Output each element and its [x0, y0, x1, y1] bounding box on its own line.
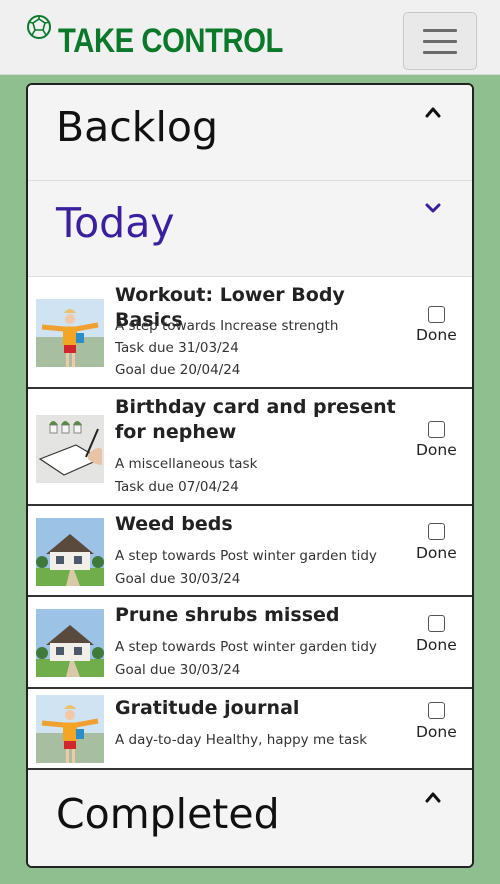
- brand-name: TAKE CONTROL: [58, 22, 283, 60]
- task-goal: A miscellaneous task: [115, 456, 258, 472]
- brand-link[interactable]: TAKE CONTROL: [26, 14, 320, 58]
- task-goal: A step towards Post winter garden tidy: [115, 548, 377, 564]
- task-image: [36, 518, 104, 586]
- task-due: Task due 31/03/24: [115, 340, 239, 356]
- done-label: Done: [416, 723, 457, 741]
- backlog-title: Backlog: [56, 103, 219, 151]
- goal-due: Goal due 20/04/24: [115, 362, 241, 378]
- task-image: [36, 415, 104, 483]
- task-image: [36, 299, 104, 367]
- done-label: Done: [416, 441, 457, 459]
- task-title: Gratitude journal: [115, 697, 300, 719]
- completed-title: Completed: [56, 790, 280, 838]
- done-checkbox[interactable]: [428, 702, 445, 719]
- soccer-ball-icon: [27, 15, 51, 39]
- done-label: Done: [416, 326, 457, 344]
- task-goal: A step towards Post winter garden tidy: [115, 639, 377, 655]
- done-checkbox[interactable]: [428, 615, 445, 632]
- task-item: Workout: Lower Body Basics A step toward…: [28, 277, 472, 389]
- chevron-up-icon[interactable]: [425, 105, 441, 119]
- done-checkbox[interactable]: [428, 523, 445, 540]
- chevron-down-icon[interactable]: [425, 201, 441, 215]
- task-title: Birthday card and present for nephew: [115, 396, 396, 443]
- task-goal: A step towards Increase strength: [115, 318, 339, 334]
- task-image: [36, 609, 104, 677]
- done-checkbox[interactable]: [428, 421, 445, 438]
- task-due: Task due 07/04/24: [115, 479, 239, 495]
- task-accordion: Backlog Today Workout: Lower Body Basics…: [26, 83, 474, 868]
- today-title: Today: [56, 199, 175, 247]
- task-item: Birthday card and present for nephew A m…: [28, 389, 472, 506]
- task-item: Gratitude journal A day-to-day Healthy, …: [28, 689, 472, 770]
- task-item: Weed beds A step towards Post winter gar…: [28, 506, 472, 597]
- done-checkbox[interactable]: [428, 306, 445, 323]
- task-title: Prune shrubs missed: [115, 604, 340, 626]
- menu-toggle-button[interactable]: [403, 12, 477, 70]
- backlog-header[interactable]: Backlog: [28, 85, 472, 181]
- task-image: [36, 695, 104, 763]
- task-item: Prune shrubs missed A step towards Post …: [28, 597, 472, 689]
- today-header[interactable]: Today: [28, 181, 472, 277]
- done-label: Done: [416, 544, 457, 562]
- task-goal: A day-to-day Healthy, happy me task: [115, 732, 368, 748]
- hamburger-icon: [423, 29, 457, 32]
- goal-due: Goal due 30/03/24: [115, 571, 241, 587]
- navbar: TAKE CONTROL: [0, 0, 500, 75]
- chevron-up-icon[interactable]: [425, 790, 441, 804]
- done-label: Done: [416, 636, 457, 654]
- task-title: Weed beds: [115, 513, 233, 535]
- goal-due: Goal due 30/03/24: [115, 662, 241, 678]
- completed-header[interactable]: Completed: [28, 770, 472, 866]
